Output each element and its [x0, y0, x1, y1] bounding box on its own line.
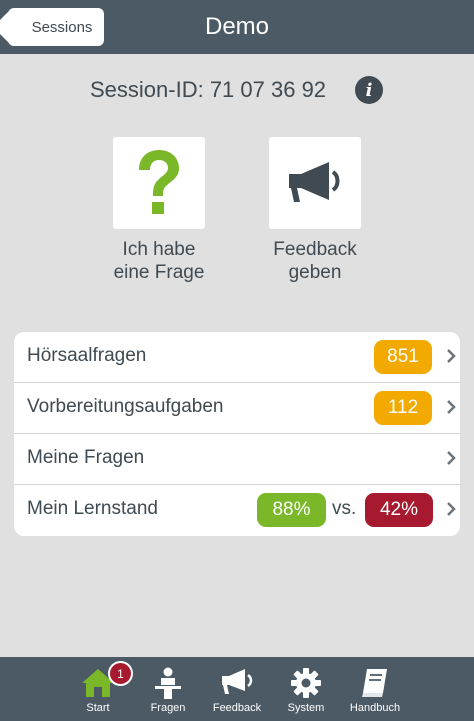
- average-progress-badge: 42%: [365, 493, 433, 527]
- list-item-label: Hörsaalfragen: [27, 345, 147, 366]
- tab-fragen[interactable]: Fragen: [133, 657, 203, 721]
- list-item-label: Meine Fragen: [27, 447, 145, 468]
- versus-label: vs.: [332, 498, 357, 519]
- list-item-vorbereitungsaufgaben[interactable]: Vorbereitungsaufgaben 112: [14, 383, 460, 434]
- info-icon[interactable]: i: [355, 76, 383, 104]
- notification-badge: 1: [108, 661, 133, 686]
- question-mark-icon: [139, 150, 179, 214]
- megaphone-icon: [222, 669, 253, 694]
- give-feedback-button[interactable]: [269, 137, 361, 229]
- megaphone-icon: [289, 162, 340, 202]
- chevron-right-icon: [447, 502, 456, 516]
- ask-question-label: Ich habe eine Frage: [113, 239, 205, 283]
- tab-handbuch[interactable]: Handbuch: [340, 657, 410, 721]
- list-item-label: Vorbereitungsaufgaben: [27, 396, 224, 417]
- chevron-right-icon: [447, 451, 456, 465]
- tab-bar: Start Fragen Feedback System Handbuch: [0, 657, 474, 721]
- nav-header: Sessions Demo: [0, 0, 474, 54]
- session-id-text: Session-ID: 71 07 36 92: [90, 77, 327, 102]
- give-feedback-label: Feedback geben: [273, 239, 357, 283]
- lecturer-icon: [155, 667, 181, 699]
- session-id-row: Session-ID: 71 07 36 92 i: [0, 74, 474, 106]
- list-item-mein-lernstand[interactable]: Mein Lernstand 88% vs. 42%: [14, 485, 460, 536]
- page-title: Demo: [204, 13, 270, 40]
- book-icon: [362, 669, 387, 697]
- ask-question-button[interactable]: [113, 137, 205, 229]
- gear-icon: [291, 668, 321, 698]
- list-item-label: Mein Lernstand: [27, 498, 158, 519]
- list-item-meine-fragen[interactable]: Meine Fragen: [14, 434, 460, 485]
- my-progress-badge: 88%: [257, 493, 326, 527]
- tab-system[interactable]: System: [271, 657, 341, 721]
- count-badge: 851: [374, 340, 432, 374]
- chevron-right-icon: [447, 349, 456, 363]
- session-menu-list: Hörsaalfragen 851 Vorbereitungsaufgaben …: [14, 332, 460, 536]
- count-badge: 112: [374, 391, 432, 425]
- chevron-right-icon: [447, 400, 456, 414]
- list-item-hoersaalfragen[interactable]: Hörsaalfragen 851: [14, 332, 460, 383]
- tab-feedback[interactable]: Feedback: [202, 657, 272, 721]
